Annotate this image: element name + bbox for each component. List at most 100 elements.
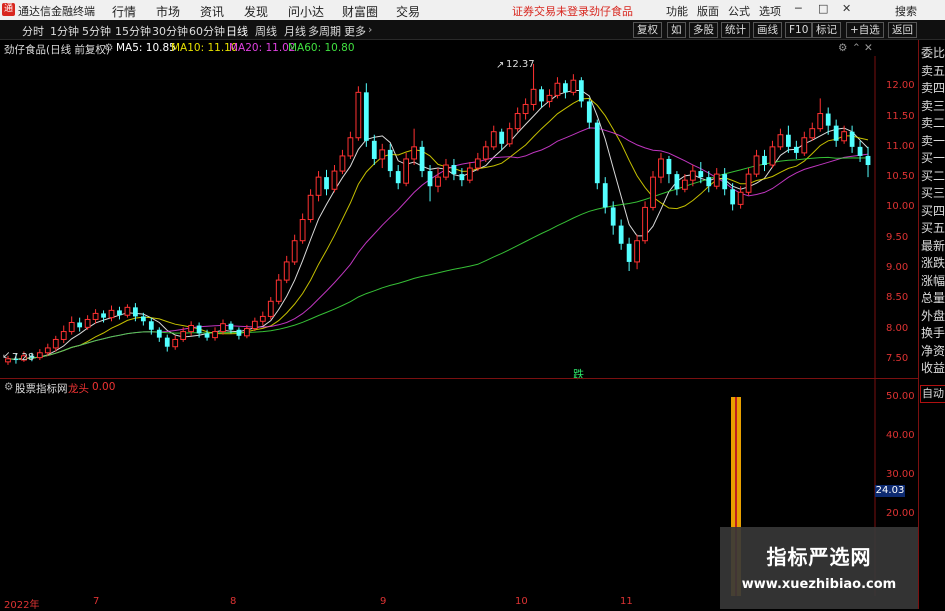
candle-body[interactable] xyxy=(259,315,266,322)
candle-body[interactable] xyxy=(371,140,377,159)
candle-body[interactable] xyxy=(674,174,680,190)
candle-body[interactable] xyxy=(228,323,234,330)
candle-body[interactable] xyxy=(801,137,808,154)
candle-body[interactable] xyxy=(451,165,457,175)
candle-body[interactable] xyxy=(443,164,449,178)
candle-body[interactable] xyxy=(666,158,672,175)
candle-body[interactable] xyxy=(642,206,648,242)
candle-body[interactable] xyxy=(482,146,489,160)
candle-body[interactable] xyxy=(419,146,425,172)
price-chart[interactable] xyxy=(0,0,918,609)
candle-body[interactable] xyxy=(180,331,187,340)
candle-body[interactable] xyxy=(586,101,592,123)
candle-body[interactable] xyxy=(634,240,640,263)
candle-body[interactable] xyxy=(315,176,322,196)
candle-body[interactable] xyxy=(563,83,568,93)
candle-body[interactable] xyxy=(395,171,401,184)
candle-body[interactable] xyxy=(459,174,465,181)
candle-body[interactable] xyxy=(331,170,338,190)
candle-body[interactable] xyxy=(188,325,195,333)
candle-body[interactable] xyxy=(698,171,704,178)
auto-button[interactable]: 自动 xyxy=(920,385,945,403)
candle-body[interactable] xyxy=(833,125,839,141)
candle-body[interactable] xyxy=(722,174,728,190)
candle-body[interactable] xyxy=(220,323,226,333)
candle-body[interactable] xyxy=(387,149,393,172)
candle-body[interactable] xyxy=(689,170,696,181)
candle-body[interactable] xyxy=(172,338,179,348)
candle-body[interactable] xyxy=(865,155,871,166)
candle-body[interactable] xyxy=(77,322,83,328)
candle-body[interactable] xyxy=(713,173,720,187)
candle-body[interactable] xyxy=(196,325,202,334)
candle-body[interactable] xyxy=(594,122,600,184)
candle-body[interactable] xyxy=(140,316,146,322)
candle-body[interactable] xyxy=(857,146,863,156)
candle-body[interactable] xyxy=(44,347,51,354)
candle-body[interactable] xyxy=(506,128,513,145)
candle-body[interactable] xyxy=(148,321,154,330)
candle-body[interactable] xyxy=(825,113,831,126)
candle-body[interactable] xyxy=(84,318,91,328)
candle-body[interactable] xyxy=(499,131,505,144)
candle-body[interactable] xyxy=(403,158,410,184)
candle-body[interactable] xyxy=(355,91,362,139)
candle-body[interactable] xyxy=(530,88,537,105)
candle-body[interactable] xyxy=(68,321,75,333)
candle-body[interactable] xyxy=(490,131,497,148)
candle-body[interactable] xyxy=(236,329,242,336)
candle-body[interactable] xyxy=(283,261,290,281)
candle-body[interactable] xyxy=(817,113,824,130)
candle-body[interactable] xyxy=(307,194,314,221)
candle-body[interactable] xyxy=(363,92,369,141)
candle-body[interactable] xyxy=(267,300,274,317)
candle-body[interactable] xyxy=(650,176,656,208)
candle-body[interactable] xyxy=(92,312,99,320)
indicator-settings-icon[interactable]: ⚙ xyxy=(4,381,13,393)
candle-body[interactable] xyxy=(339,155,346,172)
candle-body[interactable] xyxy=(291,240,298,263)
candle-body[interactable] xyxy=(539,89,544,102)
indicator-name[interactable]: 股票指标网 xyxy=(15,381,68,396)
candle-body[interactable] xyxy=(251,320,258,330)
candle-body[interactable] xyxy=(554,82,561,96)
candle-body[interactable] xyxy=(809,128,816,139)
candle-body[interactable] xyxy=(52,338,59,349)
candle-body[interactable] xyxy=(427,171,433,187)
candle-body[interactable] xyxy=(570,79,577,93)
candle-body[interactable] xyxy=(324,177,329,190)
candle-body[interactable] xyxy=(117,310,122,316)
candle-body[interactable] xyxy=(706,177,712,187)
candle-body[interactable] xyxy=(762,155,767,166)
candle-body[interactable] xyxy=(514,113,521,130)
candle-body[interactable] xyxy=(681,179,688,190)
candle-body[interactable] xyxy=(602,183,608,208)
candle-body[interactable] xyxy=(466,167,473,181)
candle-body[interactable] xyxy=(626,243,632,262)
candle-body[interactable] xyxy=(411,146,417,160)
candle-body[interactable] xyxy=(299,219,306,242)
candle-body[interactable] xyxy=(101,313,106,318)
candle-body[interactable] xyxy=(730,189,736,205)
candle-body[interactable] xyxy=(133,307,138,317)
candle-body[interactable] xyxy=(522,103,529,115)
candle-body[interactable] xyxy=(60,331,67,340)
candle-body[interactable] xyxy=(578,80,584,102)
candle-body[interactable] xyxy=(658,158,664,178)
candle-body[interactable] xyxy=(618,225,624,244)
candle-body[interactable] xyxy=(745,173,752,193)
candle-body[interactable] xyxy=(435,176,441,187)
candle-body[interactable] xyxy=(785,134,791,147)
candle-body[interactable] xyxy=(841,131,848,142)
candle-body[interactable] xyxy=(347,137,354,157)
candle-body[interactable] xyxy=(156,329,162,338)
candle-body[interactable] xyxy=(546,94,553,102)
candle-body[interactable] xyxy=(108,309,115,319)
candle-body[interactable] xyxy=(737,191,744,205)
candle-body[interactable] xyxy=(164,337,170,347)
candle-body[interactable] xyxy=(379,149,386,160)
candle-body[interactable] xyxy=(610,207,616,226)
candle-body[interactable] xyxy=(777,134,784,148)
candle-body[interactable] xyxy=(204,333,210,338)
candle-body[interactable] xyxy=(849,131,855,147)
